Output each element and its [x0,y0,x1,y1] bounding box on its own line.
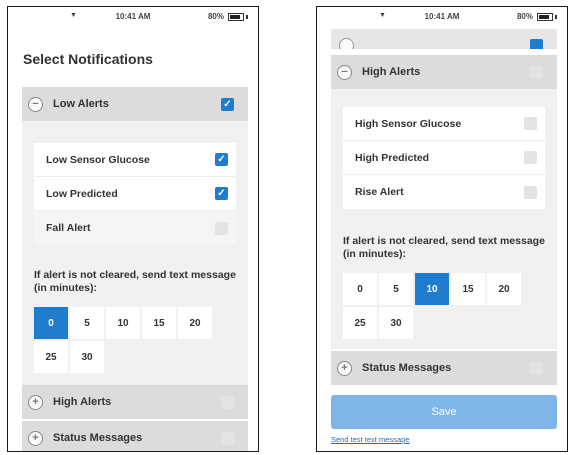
list-item-high-predicted[interactable]: High Predicted [343,141,545,175]
interval-option-25[interactable]: 25 [34,341,68,373]
item-label: High Predicted [355,151,430,164]
status-bar: ▼ 10:41 AM 80% [317,7,567,29]
interval-option-20[interactable]: 20 [487,273,521,305]
minus-circle-icon[interactable]: − [28,96,43,112]
item-label: Rise Alert [355,186,404,198]
plus-circle-icon[interactable]: + [28,430,43,446]
rise-alert-checkbox[interactable] [524,185,537,199]
section-label: High Alerts [53,396,112,408]
interval-option-10[interactable]: 10 [106,307,140,339]
section-header-high-alerts[interactable]: + High Alerts [22,385,248,419]
list-item-low-predicted[interactable]: Low Predicted ✓ [34,177,236,211]
scrolled-section-header [331,29,557,49]
battery-indicator: 80% [517,12,557,21]
low-alerts-list: Low Sensor Glucose ✓ Low Predicted ✓ Fal… [34,143,236,245]
low-predicted-checkbox[interactable]: ✓ [215,187,228,200]
interval-option-0[interactable]: 0 [34,307,68,339]
plus-circle-icon[interactable]: + [28,394,43,410]
high-alerts-panel: High Sensor Glucose High Predicted Rise … [331,89,557,349]
battery-tip [246,14,248,19]
item-label: Low Sensor Glucose [46,153,150,166]
interval-option-15[interactable]: 15 [142,307,176,339]
message-interval-label: If alert is not cleared, send text messa… [34,269,236,294]
section-label: Status Messages [362,362,452,374]
item-label: Low Predicted [46,187,118,200]
section-label: High Alerts [362,66,421,78]
interval-option-30[interactable]: 30 [70,341,104,373]
phone-screen-left: ▼ 10:41 AM 80% Select Notifications − Lo… [7,6,259,452]
plus-circle-icon[interactable]: + [337,360,352,376]
send-test-message-link[interactable]: Send test text message [331,435,409,444]
phone-screen-right: ▼ 10:41 AM 80% − High Alerts High Sensor… [316,6,568,452]
item-label: Fall Alert [46,222,91,234]
interval-options: 0 5 10 15 20 25 30 [34,307,230,375]
interval-option-20[interactable]: 20 [178,307,212,339]
low-sensor-glucose-checkbox[interactable]: ✓ [215,153,228,166]
status-messages-checkbox[interactable] [221,431,234,445]
section-header-high-alerts[interactable]: − High Alerts [331,55,557,89]
minus-circle-icon[interactable]: − [337,64,352,80]
item-label: High Sensor Glucose [355,117,462,130]
list-item-low-sensor-glucose[interactable]: Low Sensor Glucose ✓ [34,143,236,177]
list-item-fall-alert[interactable]: Fall Alert [34,211,236,245]
section-header-low-alerts[interactable]: − Low Alerts ✓ [22,87,248,121]
low-alerts-panel: Low Sensor Glucose ✓ Low Predicted ✓ Fal… [22,121,248,397]
status-bar: ▼ 10:41 AM 80% [8,7,258,29]
battery-percent: 80% [516,12,533,21]
interval-option-5[interactable]: 5 [70,307,104,339]
message-interval-label: If alert is not cleared, send text messa… [343,235,545,260]
battery-indicator: 80% [208,12,248,21]
save-button[interactable]: Save [331,395,557,429]
fall-alert-checkbox[interactable] [215,221,228,235]
page-title: Select Notifications [23,51,153,67]
section-label: Status Messages [53,432,143,444]
battery-percent: 80% [207,12,224,21]
low-alerts-checkbox[interactable]: ✓ [221,97,234,111]
high-alerts-checkbox[interactable] [530,65,543,79]
battery-icon [537,12,553,21]
circle-icon [339,38,354,49]
section-label: Low Alerts [53,98,109,110]
section-header-status-messages[interactable]: + Status Messages [22,421,248,451]
interval-option-30[interactable]: 30 [379,307,413,339]
high-predicted-checkbox[interactable] [524,151,537,164]
high-alerts-checkbox[interactable] [221,395,234,409]
list-item-rise-alert[interactable]: Rise Alert [343,175,545,209]
battery-icon [228,12,244,21]
checkbox-icon [530,39,543,49]
interval-options: 0 5 10 15 20 25 30 [343,273,539,341]
interval-option-0[interactable]: 0 [343,273,377,305]
battery-fill [230,14,240,19]
high-alerts-list: High Sensor Glucose High Predicted Rise … [343,107,545,209]
battery-tip [555,14,557,19]
interval-option-15[interactable]: 15 [451,273,485,305]
high-sensor-glucose-checkbox[interactable] [524,117,537,130]
section-header-status-messages[interactable]: + Status Messages [331,351,557,385]
status-messages-checkbox[interactable] [530,361,543,375]
list-item-high-sensor-glucose[interactable]: High Sensor Glucose [343,107,545,141]
interval-option-5[interactable]: 5 [379,273,413,305]
interval-option-10[interactable]: 10 [415,273,449,305]
battery-fill [539,14,549,19]
interval-option-25[interactable]: 25 [343,307,377,339]
